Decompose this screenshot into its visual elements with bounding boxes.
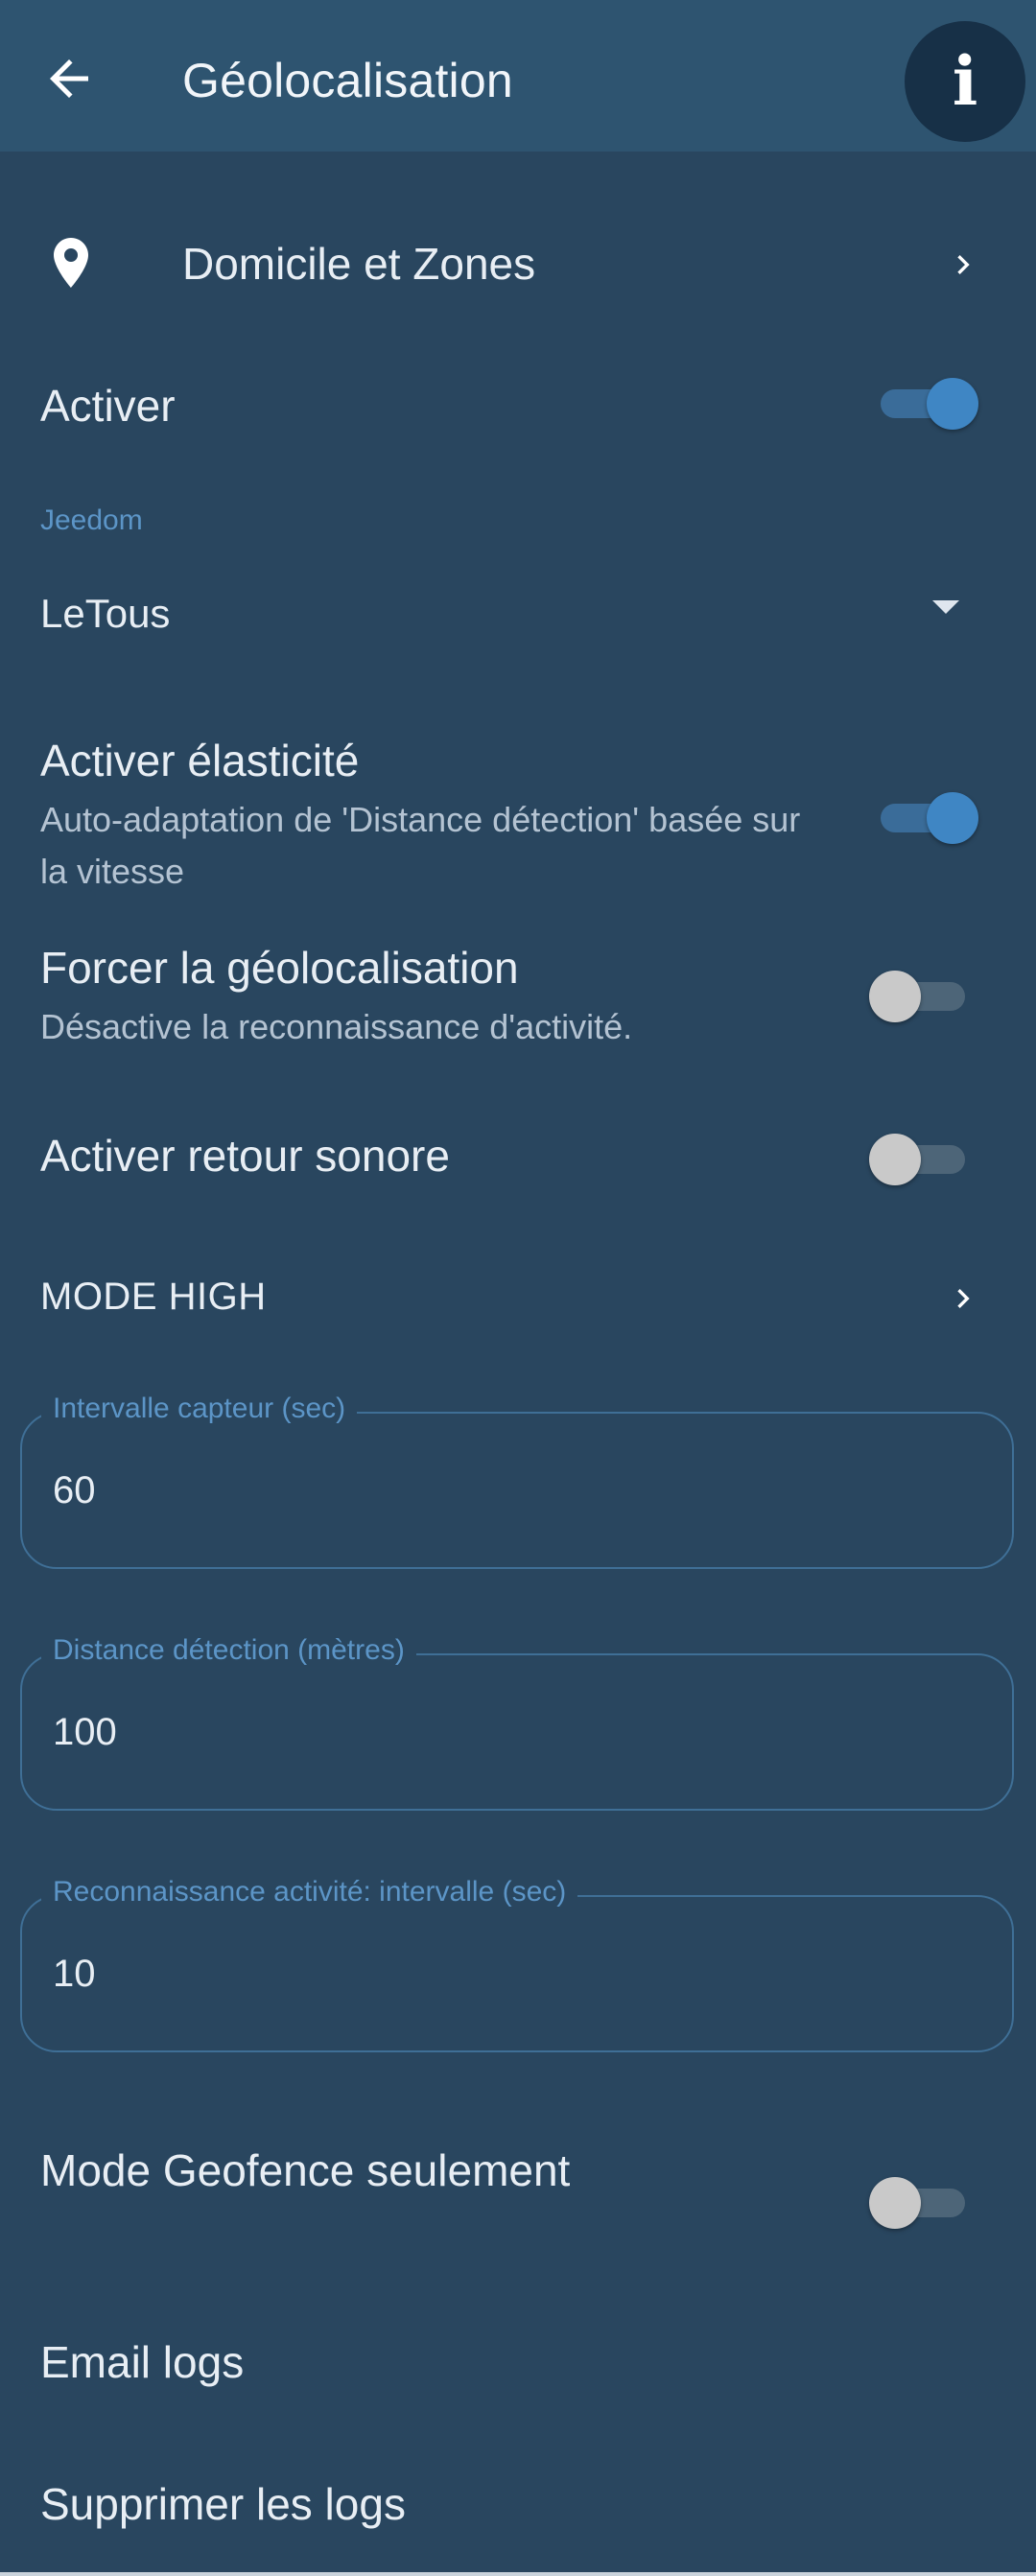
sensor-interval-label: Intervalle capteur (sec) xyxy=(41,1393,358,1425)
force-geoloc-toggle[interactable] xyxy=(869,967,975,1024)
activity-interval-field[interactable]: Reconnaissance activité: intervalle (sec… xyxy=(20,1876,1014,2052)
sound-feedback-toggle[interactable] xyxy=(869,1130,975,1187)
elasticity-toggle[interactable] xyxy=(873,788,978,846)
info-icon: i xyxy=(952,41,978,121)
mode-high-label: MODE HIGH xyxy=(40,1276,267,1318)
enable-toggle[interactable] xyxy=(873,374,978,432)
bottom-divider xyxy=(0,2572,1036,2576)
geofence-only-toggle[interactable] xyxy=(869,2173,975,2231)
elasticity-label: Activer élasticité xyxy=(40,736,360,785)
jeedom-selected-value: LeTous xyxy=(40,591,171,636)
detection-distance-field[interactable]: Distance détection (mètres) 100 xyxy=(20,1634,1014,1811)
home-zones-label: Domicile et Zones xyxy=(182,239,536,289)
chevron-right-icon xyxy=(957,1289,970,1308)
home-zones-item[interactable]: Domicile et Zones xyxy=(0,217,1036,313)
sound-feedback-label: Activer retour sonore xyxy=(40,1131,450,1181)
delete-logs-item[interactable]: Supprimer les logs xyxy=(40,2478,406,2530)
toggle-thumb xyxy=(927,378,978,430)
page-title: Géolocalisation xyxy=(182,54,513,107)
enable-label: Activer xyxy=(40,381,176,431)
caret-down-icon xyxy=(932,600,959,614)
toggle-thumb xyxy=(927,792,978,844)
sensor-interval-field[interactable]: Intervalle capteur (sec) 60 xyxy=(20,1393,1014,1569)
arrow-left-icon xyxy=(50,59,88,98)
sensor-interval-value[interactable]: 60 xyxy=(53,1469,96,1512)
back-button[interactable] xyxy=(40,50,98,107)
geofence-only-label: Mode Geofence seulement xyxy=(40,2145,571,2195)
elasticity-description: Auto-adaptation de 'Distance détection' … xyxy=(40,800,801,891)
activity-interval-label: Reconnaissance activité: intervalle (sec… xyxy=(41,1876,578,1909)
detection-distance-label: Distance détection (mètres) xyxy=(41,1634,416,1667)
force-geoloc-label: Forcer la géolocalisation xyxy=(40,943,519,993)
toggle-thumb xyxy=(869,971,921,1022)
email-logs-item[interactable]: Email logs xyxy=(40,2336,244,2388)
activity-interval-value[interactable]: 10 xyxy=(53,1953,96,1996)
app-bar: Géolocalisation i xyxy=(0,0,1036,152)
detection-distance-value[interactable]: 100 xyxy=(53,1711,117,1754)
force-geoloc-description: Désactive la reconnaissance d'activité. xyxy=(40,1007,633,1046)
chevron-right-icon xyxy=(957,255,970,274)
location-pin-icon xyxy=(54,238,88,288)
info-button[interactable]: i xyxy=(905,21,1025,142)
toggle-thumb xyxy=(869,1134,921,1185)
toggle-thumb xyxy=(869,2177,921,2229)
jeedom-label: Jeedom xyxy=(40,504,143,536)
